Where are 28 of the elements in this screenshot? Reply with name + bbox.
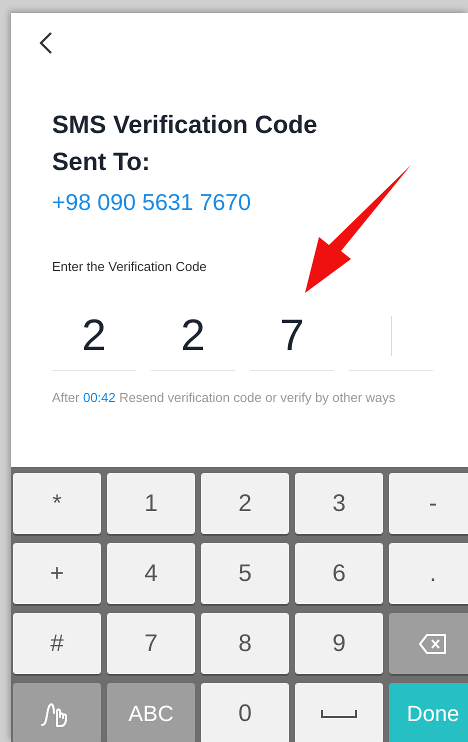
backspace-key[interactable] bbox=[389, 613, 468, 674]
space-icon bbox=[321, 708, 357, 718]
back-icon[interactable] bbox=[39, 31, 53, 55]
code-label: Enter the Verification Code bbox=[52, 258, 208, 276]
key[interactable]: - bbox=[389, 473, 468, 534]
key[interactable]: 7 bbox=[107, 613, 195, 674]
phone-number: +98 090 5631 7670 bbox=[52, 188, 252, 217]
code-digit-field[interactable]: 7 bbox=[250, 302, 334, 370]
code-digit-field[interactable]: 2 bbox=[151, 302, 235, 370]
key[interactable]: 3 bbox=[295, 473, 383, 534]
resend-hint: After 00:42 Resend verification code or verify by other ways bbox=[52, 388, 396, 406]
key[interactable]: # bbox=[13, 613, 101, 674]
backspace-icon bbox=[419, 632, 447, 654]
key[interactable]: + bbox=[13, 543, 101, 604]
key[interactable]: 4 bbox=[107, 543, 195, 604]
key[interactable]: 5 bbox=[201, 543, 289, 604]
key[interactable]: 6 bbox=[295, 543, 383, 604]
handwriting-key[interactable] bbox=[13, 683, 101, 742]
key[interactable]: . bbox=[389, 543, 468, 604]
page-title: SMS Verification Code Sent To: bbox=[52, 110, 318, 178]
key[interactable]: 0 bbox=[201, 683, 289, 742]
key[interactable]: 8 bbox=[201, 613, 289, 674]
key[interactable]: 1 bbox=[107, 473, 195, 534]
text-cursor bbox=[390, 316, 392, 356]
code-digit-field[interactable]: 2 bbox=[52, 302, 136, 370]
key[interactable]: 9 bbox=[295, 613, 383, 674]
key[interactable]: 2 bbox=[201, 473, 289, 534]
key[interactable]: * bbox=[13, 473, 101, 534]
